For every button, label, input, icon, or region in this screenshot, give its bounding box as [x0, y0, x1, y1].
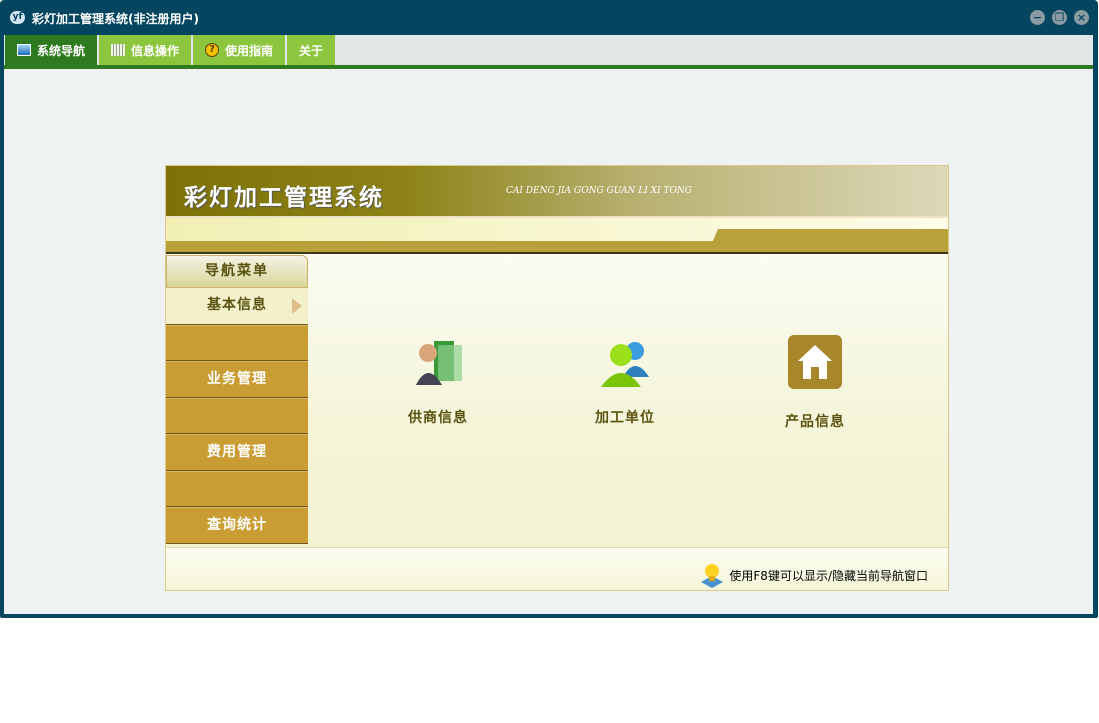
help-icon: ?: [205, 43, 220, 57]
card-product-info[interactable]: 产品信息: [760, 333, 870, 431]
card-label: 供商信息: [408, 410, 468, 426]
client-area: 系统导航 信息操作 ? 使用指南 关于 彩灯加工管理系统 CAI DENG JI…: [4, 35, 1093, 614]
restore-button[interactable]: ❐: [1052, 10, 1067, 25]
tab-label: 信息操作: [131, 43, 180, 58]
minimize-button[interactable]: −: [1030, 10, 1045, 25]
window-title: 彩灯加工管理系统(非注册用户): [32, 12, 199, 26]
menu-item-expenses[interactable]: 费用管理: [166, 434, 308, 471]
menu-item-empty[interactable]: [166, 324, 308, 361]
menu-item-basic-info[interactable]: 基本信息: [166, 288, 308, 325]
title-bar: yf 彩灯加工管理系统(非注册用户) − ❐ ×: [0, 0, 1098, 35]
system-subtitle: CAI DENG JIA GONG GUAN LI XI TONG: [506, 186, 692, 196]
card-supplier-info[interactable]: 供商信息: [383, 333, 493, 427]
menu-item-empty[interactable]: [166, 397, 308, 434]
nav-menu-title: 导航菜单: [166, 255, 308, 288]
menu-label: 基本信息: [207, 297, 267, 313]
card-label: 加工单位: [595, 410, 655, 426]
tab-divider: [4, 65, 1093, 69]
tab-label: 关于: [299, 43, 324, 58]
nav-panel: 彩灯加工管理系统 CAI DENG JIA GONG GUAN LI XI TO…: [165, 165, 949, 591]
card-label: 产品信息: [785, 414, 845, 430]
menu-item-query-stats[interactable]: 查询统计: [166, 507, 308, 544]
lightbulb-icon: [701, 564, 724, 588]
close-button[interactable]: ×: [1074, 10, 1089, 25]
header-strip: [166, 218, 948, 252]
function-cards: 供商信息 加工单位 产品信息: [308, 255, 948, 548]
app-logo-icon: yf: [10, 11, 25, 24]
menu-item-empty[interactable]: [166, 470, 308, 507]
menu-label: 查询统计: [207, 517, 267, 533]
system-title: 彩灯加工管理系统: [184, 185, 384, 211]
tab-system-nav[interactable]: 系统导航: [5, 35, 98, 65]
menu-item-business[interactable]: 业务管理: [166, 361, 308, 398]
supplier-icon: [416, 341, 462, 385]
tab-label: 使用指南: [225, 43, 274, 58]
panel-header: 彩灯加工管理系统 CAI DENG JIA GONG GUAN LI XI TO…: [166, 166, 948, 218]
nav-menu: 导航菜单 基本信息 业务管理 费用管理 查询统计: [166, 255, 308, 548]
grid-icon: [111, 44, 126, 56]
tab-about[interactable]: 关于: [287, 35, 336, 65]
tab-label: 系统导航: [37, 43, 86, 58]
arrow-right-icon: [292, 298, 302, 314]
home-icon: [788, 335, 842, 389]
tab-guide[interactable]: ? 使用指南: [193, 35, 286, 65]
tab-bar: 系统导航 信息操作 ? 使用指南 关于: [4, 35, 1093, 65]
app-window: yf 彩灯加工管理系统(非注册用户) − ❐ × 系统导航 信息操作 ? 使用指…: [0, 0, 1098, 618]
card-processing-unit[interactable]: 加工单位: [570, 333, 680, 427]
divider: [166, 252, 948, 254]
f8-tip: 使用F8键可以显示/隐藏当前导航窗口: [699, 562, 928, 588]
tab-info-ops[interactable]: 信息操作: [99, 35, 192, 65]
monitor-icon: [17, 44, 31, 56]
tip-text: 使用F8键可以显示/隐藏当前导航窗口: [729, 568, 928, 583]
users-icon: [601, 342, 649, 387]
menu-label: 费用管理: [207, 444, 267, 460]
panel-footer: 使用F8键可以显示/隐藏当前导航窗口: [166, 547, 948, 590]
menu-label: 业务管理: [207, 371, 267, 387]
